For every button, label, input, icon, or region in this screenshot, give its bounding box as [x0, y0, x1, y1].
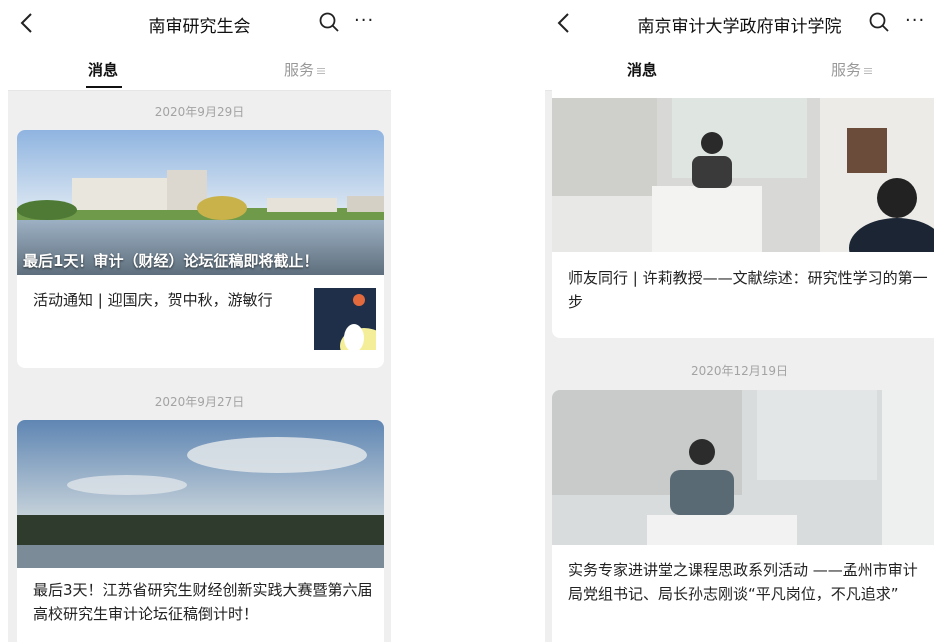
right-header-bar: 南京审计大学政府审计学院 ···	[545, 0, 934, 46]
date-label: 2020年12月19日	[690, 364, 789, 378]
search-icon[interactable]	[868, 11, 890, 33]
search-icon[interactable]	[318, 11, 340, 33]
active-tab-indicator	[86, 86, 122, 88]
sub-article-thumbnail	[314, 288, 376, 350]
article-title[interactable]: 实务专家进讲堂之课程思政系列活动 ——孟州市审计局党组书记、局长孙志刚谈“平凡岗…	[568, 558, 928, 606]
article-title[interactable]: 师友同行 | 许莉教授——文献综述：研究性学习的第一步	[568, 266, 928, 314]
right-tab-bar: 消息 服务	[545, 46, 934, 91]
date-label: 2020年9月27日	[154, 395, 245, 409]
lead-article-title[interactable]: 最后1天！审计（财经）论坛征稿即将截止！	[23, 250, 318, 271]
article-card[interactable]: 最后3天！江苏省研究生财经创新实践大赛暨第六届高校研究生审计论坛征稿倒计时！	[17, 420, 384, 642]
tab-services-label: 服务	[284, 61, 315, 79]
article-card[interactable]: 实务专家进讲堂之课程思政系列活动 ——孟州市审计局党组书记、局长孙志刚谈“平凡岗…	[552, 390, 934, 642]
tab-services[interactable]: 服务	[831, 59, 873, 80]
article-image	[552, 98, 934, 252]
left-header-bar: 南审研究生会 ···	[8, 0, 391, 46]
right-phone-screen: 南京审计大学政府审计学院 ··· 消息 服务 师友同行 | 许莉教授——文献综述…	[545, 0, 934, 642]
article-card[interactable]: 最后1天！审计（财经）论坛征稿即将截止！ 活动通知 | 迎国庆，贺中秋，游敏行	[17, 130, 384, 368]
date-label: 2020年9月29日	[154, 105, 245, 119]
menu-lines-icon	[317, 67, 326, 74]
sub-article-title[interactable]: 活动通知 | 迎国庆，贺中秋，游敏行	[33, 288, 298, 312]
left-tab-bar: 消息 服务	[8, 46, 391, 91]
article-image	[17, 420, 384, 568]
article-card[interactable]: 师友同行 | 许莉教授——文献综述：研究性学习的第一步	[552, 86, 934, 338]
article-title[interactable]: 最后3天！江苏省研究生财经创新实践大赛暨第六届高校研究生审计论坛征稿倒计时！	[33, 578, 378, 626]
menu-lines-icon	[864, 67, 873, 74]
more-icon[interactable]: ···	[354, 12, 378, 32]
more-icon[interactable]: ···	[905, 12, 929, 32]
article-image	[552, 390, 934, 545]
tab-services[interactable]: 服务	[284, 59, 326, 80]
left-phone-screen: 南审研究生会 ··· 消息 服务 2020年9月29日 最后1天！审计（财经）论…	[8, 0, 391, 642]
tab-messages[interactable]: 消息	[627, 59, 657, 80]
tab-messages[interactable]: 消息	[88, 59, 118, 80]
tab-services-label: 服务	[831, 61, 862, 79]
